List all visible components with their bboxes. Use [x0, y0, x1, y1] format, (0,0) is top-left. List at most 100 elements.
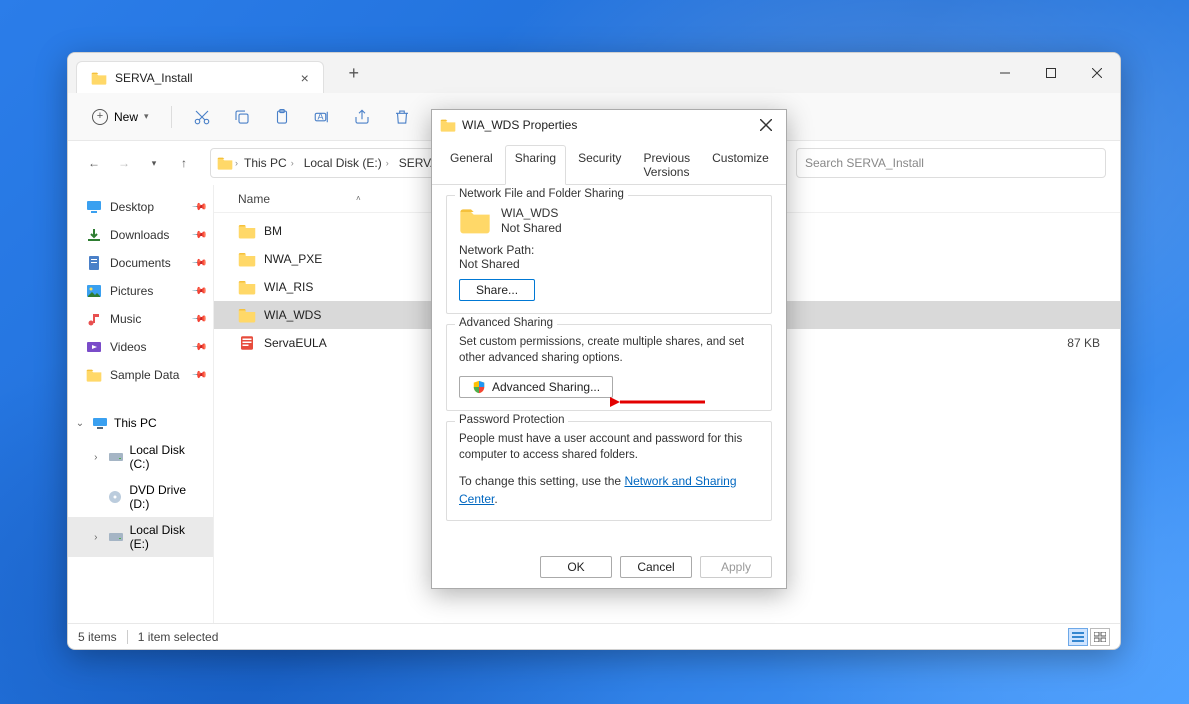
advanced-desc: Set custom permissions, create multiple …	[459, 335, 759, 366]
folder-icon	[459, 206, 491, 234]
status-selection: 1 item selected	[138, 630, 219, 644]
back-button[interactable]: ←	[82, 151, 106, 175]
up-button[interactable]: ↑	[172, 151, 196, 175]
maximize-button[interactable]	[1028, 53, 1074, 93]
music-icon	[86, 311, 102, 327]
copy-icon[interactable]	[224, 101, 260, 133]
advanced-sharing-button[interactable]: Advanced Sharing...	[459, 376, 613, 398]
dialog-titlebar: WIA_WDS Properties	[432, 110, 786, 140]
pictures-icon	[86, 283, 102, 299]
network-path-value: Not Shared	[459, 257, 759, 271]
advanced-sharing-group: Advanced Sharing Set custom permissions,…	[446, 324, 772, 411]
minimize-button[interactable]	[982, 53, 1028, 93]
sidebar-item-label: Music	[110, 312, 141, 326]
dvd-icon	[107, 489, 123, 505]
separator	[171, 106, 172, 128]
advanced-sharing-label: Advanced Sharing...	[492, 380, 600, 394]
sidebar-item-sample-data[interactable]: Sample Data 📌	[68, 361, 213, 389]
rename-icon[interactable]: A	[304, 101, 340, 133]
tab-security[interactable]: Security	[568, 145, 631, 185]
sidebar-item-documents[interactable]: Documents📌	[68, 249, 213, 277]
tab-previous-versions[interactable]: Previous Versions	[633, 145, 700, 185]
search-input[interactable]: Search SERVA_Install	[796, 148, 1106, 178]
icons-view-button[interactable]	[1090, 628, 1110, 646]
dialog-body: Network File and Folder Sharing WIA_WDS …	[432, 185, 786, 546]
expand-icon[interactable]: ⌄	[74, 418, 86, 429]
new-button-label: New	[114, 110, 138, 124]
tree-item-label: Local Disk (E:)	[130, 523, 205, 551]
pin-icon: 📌	[190, 199, 207, 216]
tree-item-label: This PC	[114, 416, 157, 430]
sidebar-item-label: Desktop	[110, 200, 154, 214]
sidebar-item-desktop[interactable]: Desktop 📌	[68, 193, 213, 221]
details-view-button[interactable]	[1068, 628, 1088, 646]
forward-button[interactable]: →	[112, 151, 136, 175]
shield-icon	[472, 380, 486, 394]
new-tab-button[interactable]: +	[340, 59, 368, 87]
pin-icon: 📌	[190, 255, 207, 272]
group-title: Network File and Folder Sharing	[455, 188, 628, 200]
dialog-close-button[interactable]	[754, 113, 778, 137]
sidebar-item-label: Sample Data	[110, 368, 179, 382]
status-count: 5 items	[78, 630, 117, 644]
folder-icon	[238, 279, 256, 295]
network-sharing-group: Network File and Folder Sharing WIA_WDS …	[446, 195, 772, 314]
svg-text:A: A	[317, 111, 323, 121]
tree-item-label: DVD Drive (D:)	[129, 483, 205, 511]
pdf-icon	[238, 335, 256, 351]
sidebar-item-downloads[interactable]: Downloads📌	[68, 221, 213, 249]
shared-status: Not Shared	[501, 221, 562, 235]
tab-general[interactable]: General	[440, 145, 503, 185]
tree-item-dvd-drive-d-[interactable]: DVD Drive (D:)	[68, 477, 213, 517]
breadcrumb-segment[interactable]: This PC›	[240, 156, 298, 170]
folder-icon	[440, 118, 456, 132]
cut-icon[interactable]	[184, 101, 220, 133]
tab-customize[interactable]: Customize	[702, 145, 779, 185]
tree-item-local-disk-e-[interactable]: › Local Disk (E:)	[68, 517, 213, 557]
share-icon[interactable]	[344, 101, 380, 133]
expand-icon[interactable]: ›	[90, 532, 102, 543]
disk-icon	[108, 529, 124, 545]
sidebar: Desktop📌Downloads📌Documents📌Pictures📌Mus…	[68, 185, 214, 623]
pc-icon	[92, 415, 108, 431]
pin-icon: 📌	[190, 227, 207, 244]
share-button[interactable]: Share...	[459, 279, 535, 301]
close-window-button[interactable]	[1074, 53, 1120, 93]
cancel-button[interactable]: Cancel	[620, 556, 692, 578]
ok-button[interactable]: OK	[540, 556, 612, 578]
sidebar-item-videos[interactable]: Videos📌	[68, 333, 213, 361]
delete-icon[interactable]	[384, 101, 420, 133]
tree-item-this-pc[interactable]: ⌄ This PC	[68, 409, 213, 437]
file-size: 87 KB	[1000, 336, 1120, 350]
videos-icon	[86, 339, 102, 355]
pin-icon: 📌	[190, 367, 207, 384]
close-tab-icon[interactable]: ×	[301, 70, 309, 86]
dialog-title: WIA_WDS Properties	[462, 118, 577, 132]
network-path-label: Network Path:	[459, 243, 759, 257]
sidebar-item-music[interactable]: Music 📌	[68, 305, 213, 333]
folder-icon	[238, 307, 256, 323]
apply-button[interactable]: Apply	[700, 556, 772, 578]
tab-sharing[interactable]: Sharing	[505, 145, 566, 185]
plus-icon: +	[92, 109, 108, 125]
documents-icon	[86, 255, 102, 271]
chevron-right-icon[interactable]: ›	[235, 158, 238, 168]
new-button[interactable]: + New ▾	[82, 105, 159, 129]
password-protection-group: Password Protection People must have a u…	[446, 421, 772, 521]
paste-icon[interactable]	[264, 101, 300, 133]
tree-item-local-disk-c-[interactable]: ›Local Disk (C:)	[68, 437, 213, 477]
sidebar-item-label: Pictures	[110, 284, 153, 298]
expand-icon[interactable]: ›	[90, 452, 102, 463]
pin-icon: 📌	[190, 311, 207, 328]
dialog-footer: OK Cancel Apply	[432, 546, 786, 588]
desktop-icon	[86, 199, 102, 215]
recent-chevron-icon[interactable]: ▾	[142, 151, 166, 175]
tab-title: SERVA_Install	[115, 71, 193, 85]
password-desc-1: People must have a user account and pass…	[459, 432, 759, 463]
dialog-tabs: GeneralSharingSecurityPrevious VersionsC…	[432, 140, 786, 185]
chevron-down-icon: ▾	[144, 111, 149, 122]
window-tab[interactable]: SERVA_Install ×	[76, 61, 324, 93]
statusbar: 5 items 1 item selected	[68, 623, 1120, 649]
breadcrumb-segment[interactable]: Local Disk (E:)›	[300, 156, 393, 170]
sidebar-item-pictures[interactable]: Pictures📌	[68, 277, 213, 305]
